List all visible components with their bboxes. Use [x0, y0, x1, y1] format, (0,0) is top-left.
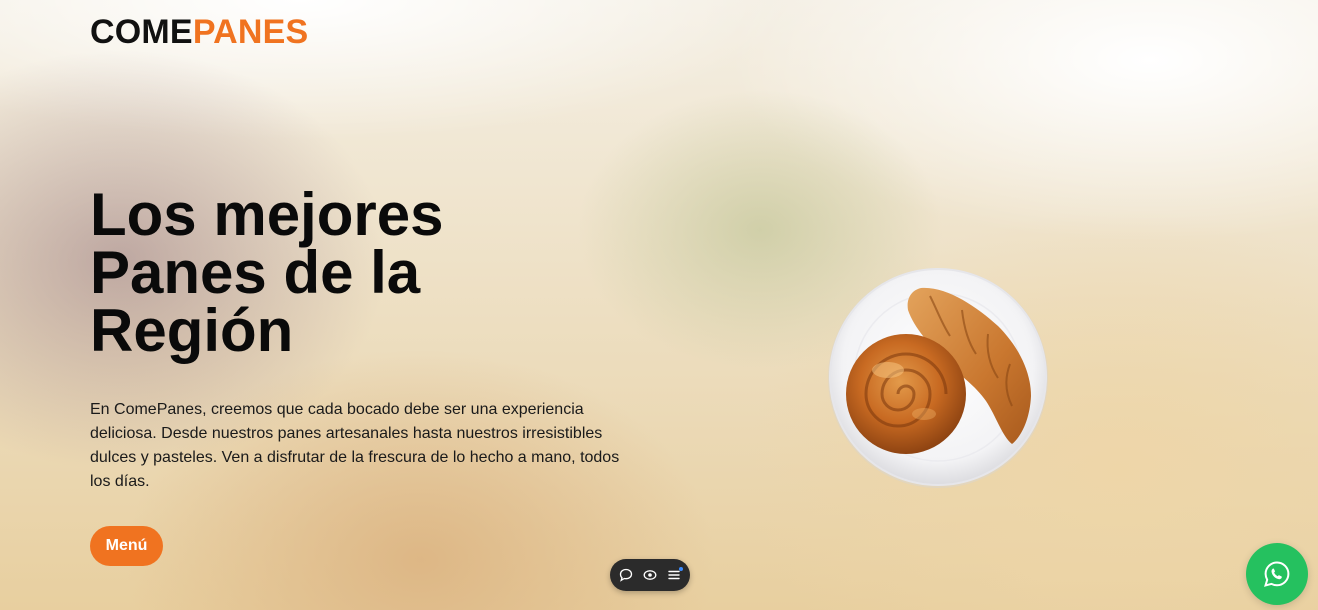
logo[interactable]: COMEPANES	[90, 12, 308, 52]
whatsapp-icon	[1264, 561, 1290, 587]
logo-part-panes: PANES	[192, 13, 309, 51]
menu-list-icon[interactable]	[665, 566, 683, 584]
hero-image-plate	[826, 266, 1050, 490]
sweet-roll-icon	[846, 334, 966, 454]
comment-icon[interactable]	[617, 566, 635, 584]
logo-part-come: COME	[90, 13, 193, 51]
floating-toolbar	[610, 559, 690, 591]
hero-title: Los mejores Panes de la Región	[90, 181, 444, 364]
eye-icon[interactable]	[641, 566, 659, 584]
notification-dot	[679, 567, 683, 571]
menu-button[interactable]: Menú	[90, 526, 163, 566]
hero-description: En ComePanes, creemos que cada bocado de…	[90, 401, 620, 490]
whatsapp-button[interactable]	[1246, 543, 1308, 605]
